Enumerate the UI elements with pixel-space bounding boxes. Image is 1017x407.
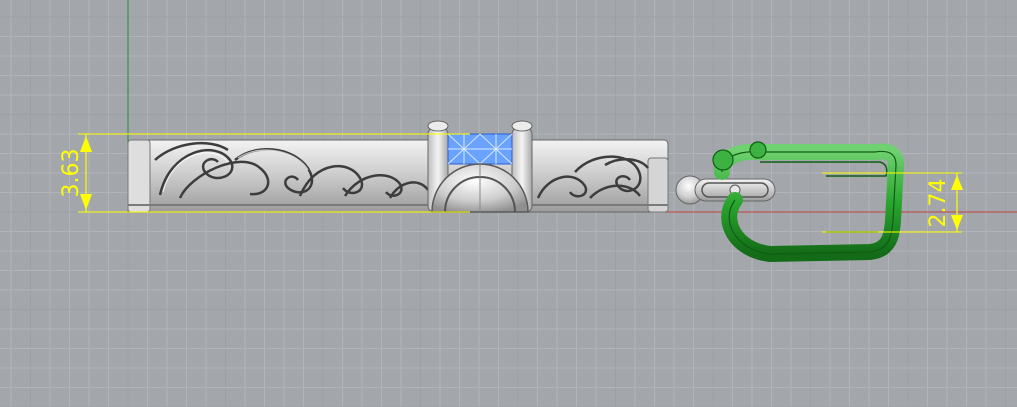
bail-connector[interactable] xyxy=(675,175,776,205)
dimension-label-left: 3.63 xyxy=(59,149,84,198)
gemstone[interactable] xyxy=(447,133,513,165)
pendant-bar[interactable] xyxy=(127,139,669,213)
stone-setting[interactable] xyxy=(427,120,533,213)
viewport-canvas[interactable]: 3.63 2.74 xyxy=(0,0,1017,407)
rhino-viewport[interactable]: 3.63 2.74 xyxy=(0,0,1017,407)
dimension-label-right: 2.74 xyxy=(926,179,951,228)
